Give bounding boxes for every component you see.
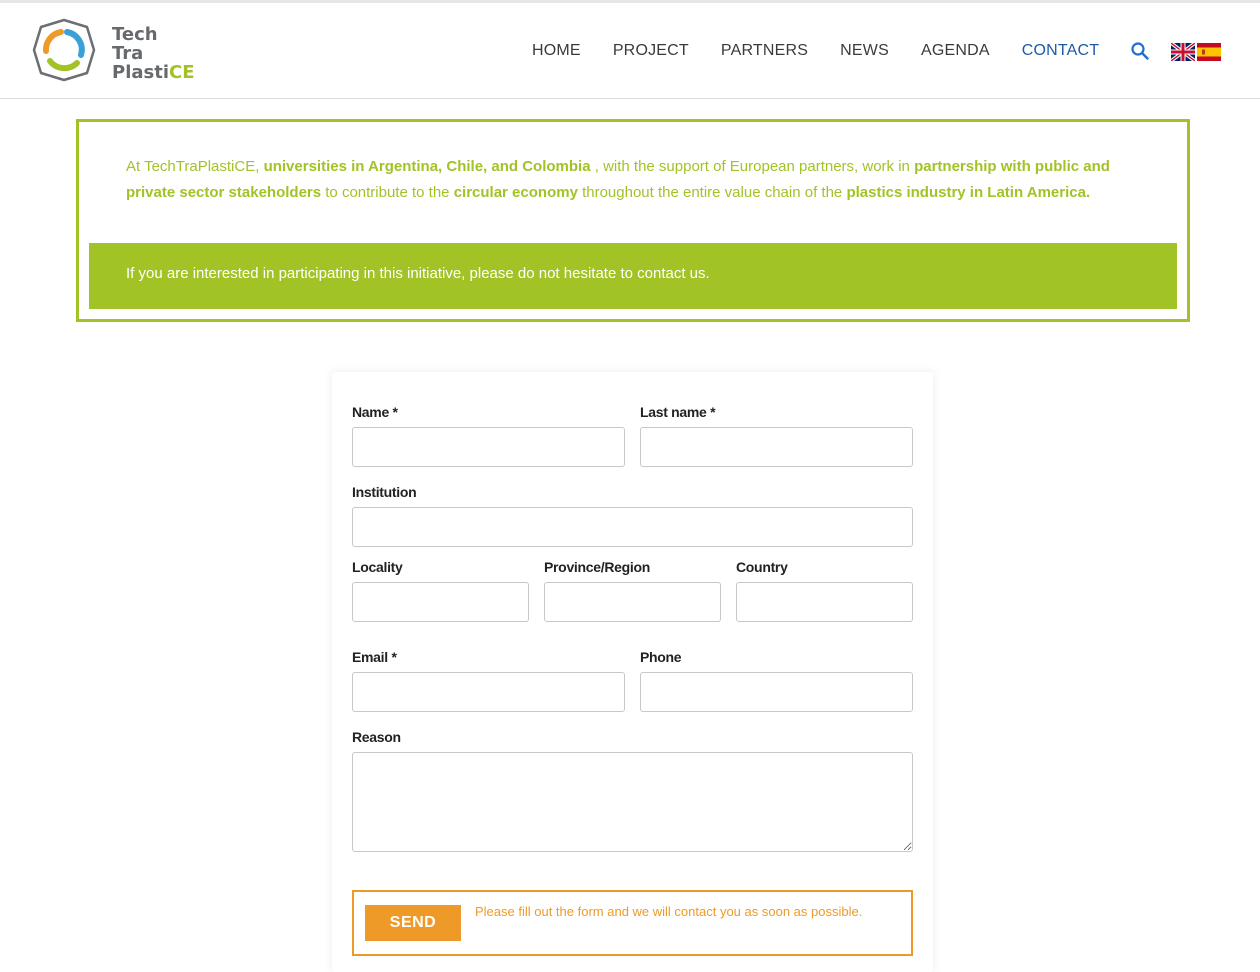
send-area: SEND Please fill out the form and we wil… xyxy=(352,890,913,956)
phone-label: Phone xyxy=(640,649,682,665)
locality-input[interactable] xyxy=(352,582,529,622)
send-note: Please fill out the form and we will con… xyxy=(475,904,863,919)
intro-text-3: to contribute to the xyxy=(321,184,454,201)
site-header: Tech Tra PlastiCE HOME PROJECT PARTNERS … xyxy=(0,3,1260,99)
intro-box: At TechTraPlastiCE, universities in Arge… xyxy=(76,119,1190,322)
logo-emblem-icon xyxy=(32,18,96,82)
send-button[interactable]: SEND xyxy=(365,905,461,941)
search-icon[interactable] xyxy=(1130,41,1150,61)
nav-home[interactable]: HOME xyxy=(516,42,597,60)
institution-input[interactable] xyxy=(352,507,913,547)
intro-bold-4: plastics industry in Latin America. xyxy=(846,184,1091,201)
intro-bold-3: circular economy xyxy=(453,184,578,201)
nav-contact[interactable]: CONTACT xyxy=(1006,42,1116,60)
site-logo[interactable]: Tech Tra PlastiCE xyxy=(31,17,211,87)
reason-label: Reason xyxy=(352,729,401,745)
intro-text-2: , with the support of European partners,… xyxy=(590,158,915,175)
language-switcher xyxy=(1171,43,1221,61)
phone-input[interactable] xyxy=(640,672,913,712)
main-nav: HOME PROJECT PARTNERS NEWS AGENDA CONTAC… xyxy=(516,3,1115,99)
last-name-label: Last name * xyxy=(640,404,716,420)
nav-partners[interactable]: PARTNERS xyxy=(705,42,824,60)
last-name-input[interactable] xyxy=(640,427,913,467)
email-label: Email * xyxy=(352,649,397,665)
contact-form: Name * Last name * Institution Locality … xyxy=(332,372,933,972)
email-input[interactable] xyxy=(352,672,625,712)
country-input[interactable] xyxy=(736,582,913,622)
reason-textarea[interactable] xyxy=(352,752,913,852)
name-label: Name * xyxy=(352,404,398,420)
spain-flag-icon[interactable] xyxy=(1197,43,1221,61)
intro-text-4: throughout the entire value chain of the xyxy=(577,184,847,201)
logo-line-3-a: Plasti xyxy=(112,62,169,83)
country-label: Country xyxy=(736,559,788,575)
nav-agenda[interactable]: AGENDA xyxy=(905,42,1006,60)
logo-line-1: Tech xyxy=(112,24,158,45)
intro-bold-1: universities in Argentina, Chile, and Co… xyxy=(263,158,591,175)
logo-line-3-b: CE xyxy=(169,62,195,83)
nav-news[interactable]: NEWS xyxy=(824,42,905,60)
nav-project[interactable]: PROJECT xyxy=(597,42,705,60)
logo-line-3: PlastiCE xyxy=(112,63,195,82)
uk-flag-icon[interactable] xyxy=(1171,43,1195,61)
intro-text: At TechTraPlastiCE, universities in Arge… xyxy=(126,154,1136,206)
contact-invite-text: If you are interested in participating i… xyxy=(126,265,710,282)
intro-text-1: At TechTraPlastiCE, xyxy=(126,158,264,175)
contact-invite-band: If you are interested in participating i… xyxy=(89,243,1177,309)
province-input[interactable] xyxy=(544,582,721,622)
logo-line-2: Tra xyxy=(112,43,144,64)
institution-label: Institution xyxy=(352,484,417,500)
locality-label: Locality xyxy=(352,559,403,575)
logo-wordmark: Tech Tra PlastiCE xyxy=(112,25,195,82)
province-label: Province/Region xyxy=(544,559,650,575)
name-input[interactable] xyxy=(352,427,625,467)
